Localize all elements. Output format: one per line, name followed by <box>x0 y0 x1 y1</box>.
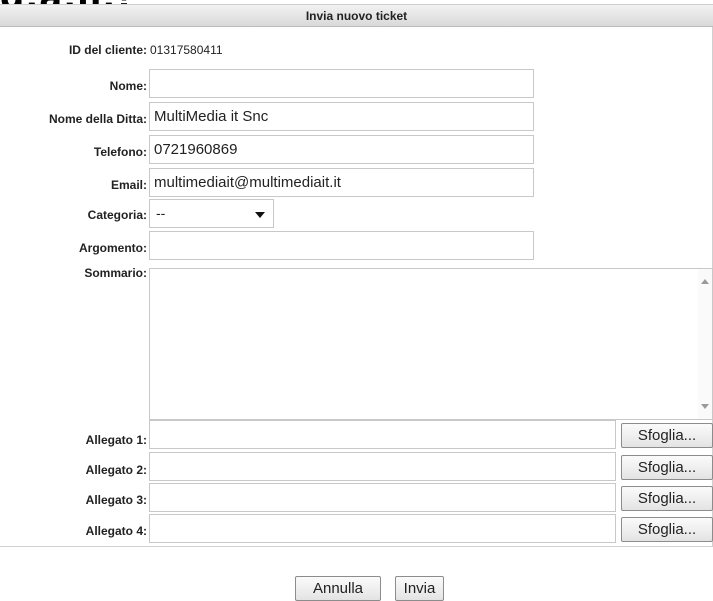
attachment-2-label: Allegato 2: <box>85 463 147 477</box>
phone-label: Telefono: <box>93 145 147 159</box>
attachment-2-field[interactable] <box>149 452 616 481</box>
attachment-4-label: Allegato 4: <box>85 524 147 538</box>
category-select[interactable]: -- <box>149 199 274 228</box>
email-label: Email: <box>110 178 147 192</box>
scroll-down-icon[interactable] <box>701 404 709 409</box>
company-label: Nome della Ditta: <box>48 112 147 126</box>
email-input[interactable] <box>149 168 534 197</box>
attachment-3-browse-button[interactable]: Sfoglia... <box>621 486 713 511</box>
scroll-up-icon[interactable] <box>701 279 709 284</box>
category-label: Categoria: <box>87 208 147 222</box>
attachment-1-label: Allegato 1: <box>85 433 147 447</box>
subject-label: Argomento: <box>79 241 147 255</box>
company-input[interactable] <box>149 102 534 131</box>
chevron-down-icon <box>255 212 265 218</box>
summary-label: Sommario: <box>84 266 147 280</box>
attachment-1-field[interactable] <box>149 420 616 449</box>
name-label: Nome: <box>109 79 147 93</box>
phone-input[interactable] <box>149 135 534 164</box>
attachment-1-browse-button[interactable]: Sfoglia... <box>621 423 713 448</box>
submit-button[interactable]: Invia <box>395 576 444 601</box>
subject-input[interactable] <box>149 231 534 260</box>
attachment-4-browse-button[interactable]: Sfoglia... <box>621 517 713 542</box>
cancel-button[interactable]: Annulla <box>295 576 381 601</box>
form-title: Invia nuovo ticket <box>0 4 713 27</box>
client-id-label: ID del cliente: <box>68 43 147 57</box>
attachment-2-browse-button[interactable]: Sfoglia... <box>621 455 713 480</box>
attachment-4-field[interactable] <box>149 514 616 543</box>
client-id-value: 01317580411 <box>150 43 223 57</box>
summary-textarea[interactable] <box>149 268 713 420</box>
name-input[interactable] <box>149 69 534 98</box>
attachment-3-field[interactable] <box>149 483 616 512</box>
category-selected-value: -- <box>156 205 166 221</box>
new-ticket-form: Invia nuovo ticket ID del cliente: 01317… <box>0 4 713 547</box>
summary-scrollbar[interactable] <box>698 269 712 419</box>
attachment-3-label: Allegato 3: <box>85 493 147 507</box>
